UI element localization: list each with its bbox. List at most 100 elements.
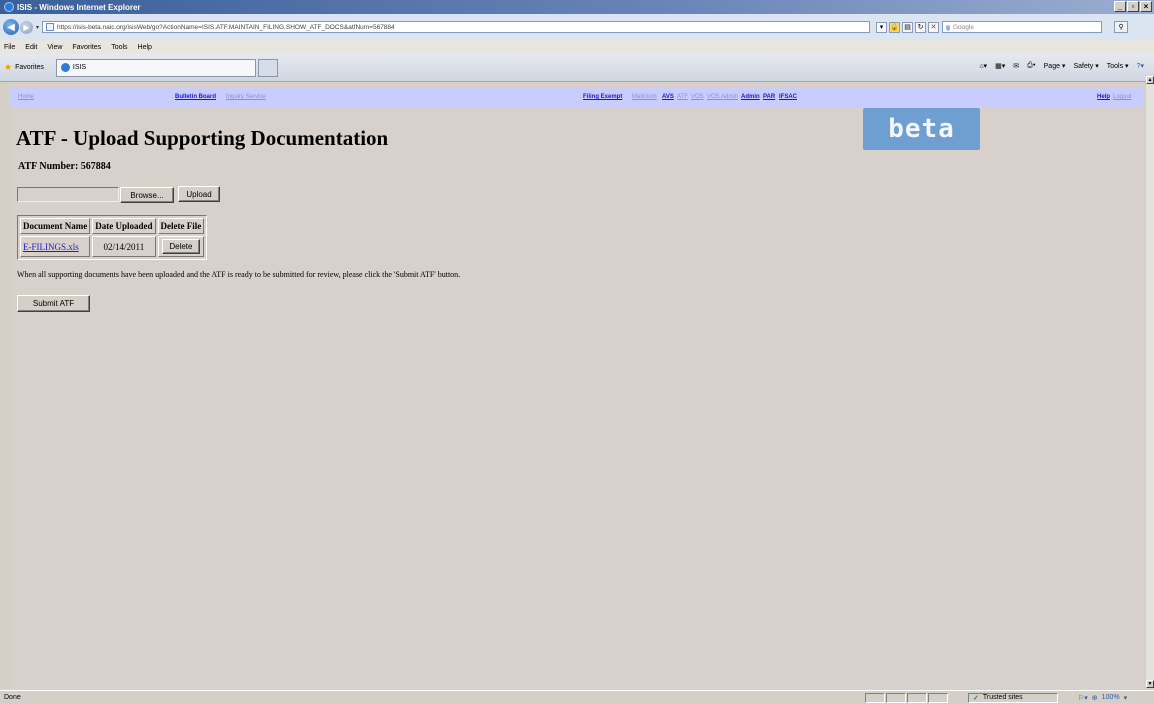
url-text: https://isis-beta.naic.org/isisWeb/go?Ac… [57,23,395,31]
maximize-button[interactable]: ▫ [1127,1,1139,12]
table-row: E-FILINGS.xls 02/14/2011 Delete [20,236,205,257]
close-button[interactable]: × [1140,1,1152,12]
menu-tools[interactable]: Tools [111,44,127,51]
menu-view[interactable]: View [47,44,62,51]
header-delete-file: Delete File [157,218,205,234]
forward-arrow-icon: ▶ [23,22,30,32]
favorites-star-icon: ★ [4,62,13,72]
atf-number-label: ATF Number: 567884 [18,161,111,172]
minimize-button[interactable]: _ [1114,1,1126,12]
menu-file[interactable]: File [4,44,15,51]
nav-vos-admin[interactable]: VOS Admin [707,94,738,100]
nav-par[interactable]: PAR [763,94,775,100]
nav-ifsac[interactable]: IFSAC [779,94,797,100]
safety-menu[interactable]: Safety ▾ [1073,62,1098,70]
ie-tab-icon [60,63,70,72]
nav-help[interactable]: Help [1097,94,1110,100]
back-button[interactable]: ◀ [3,19,19,35]
scroll-up-icon[interactable]: ▲ [1146,76,1154,84]
nav-vos[interactable]: VOS [691,94,704,100]
status-cell [907,692,927,703]
menu-bar: File Edit View Favorites Tools Help [0,40,1154,54]
document-link[interactable]: E-FILINGS.xls [23,242,79,252]
page-title: ATF - Upload Supporting Documentation [16,126,389,150]
command-bar: ⌂▾ ▦▾ ✉ ⎙▾ Page ▾ Safety ▾ Tools ▾ ?▾ [979,62,1144,70]
lock-icon[interactable]: 🔒 [889,21,901,33]
ie-logo-icon [4,2,14,12]
favorites-button[interactable]: ★ Favorites [4,62,44,73]
nav-logout[interactable]: Logout [1113,94,1131,100]
vertical-scrollbar[interactable]: ▲ ▼ [1146,76,1154,688]
url-dropdown-icon[interactable]: ▾ [876,21,888,33]
google-logo-icon: g [946,23,950,31]
menu-favorites[interactable]: Favorites [72,44,101,51]
zoom-level: 100% [1101,694,1120,701]
zone-label: Trusted sites [982,694,1023,701]
upload-button[interactable]: Upload [178,186,220,202]
tab-title: ISIS [72,64,87,71]
table-header-row: Document Name Date Uploaded Delete File [20,218,205,234]
url-input[interactable]: https://isis-beta.naic.org/isisWeb/go?Ac… [42,21,871,33]
page-menu[interactable]: Page ▾ [1044,62,1066,70]
instructions-text: When all supporting documents have been … [17,270,461,279]
delete-button[interactable]: Delete [161,239,200,254]
nav-inquiry-service[interactable]: Inquiry Service [226,94,266,100]
status-bar: Done ✓ Trusted sites ⚐▾ ⊕ 100% ▾ [0,690,1154,704]
submit-atf-button[interactable]: Submit ATF [17,295,90,312]
page-icon [46,23,55,31]
site-nav-bar: Home Bulletin Board Inquiry Service Fili… [10,87,1144,107]
menu-edit[interactable]: Edit [25,44,37,51]
delete-cell: Delete [157,236,205,257]
stop-icon[interactable]: ✕ [928,21,940,33]
protected-mode-icon: ⚐▾ [1078,694,1088,702]
nav-admin[interactable]: Admin [741,94,760,100]
search-button[interactable]: ⚲ [1114,21,1129,33]
back-arrow-icon: ◀ [7,21,15,33]
status-cell [928,692,948,703]
security-zone[interactable]: ✓ Trusted sites [968,692,1058,703]
menu-help[interactable]: Help [138,44,152,51]
zoom-icon: ⊕ [1091,694,1098,702]
file-path-input[interactable] [17,187,119,202]
favorites-label: Favorites [15,64,44,71]
scroll-down-icon[interactable]: ▼ [1146,680,1154,688]
search-icon: ⚲ [1118,24,1124,31]
tools-menu[interactable]: Tools ▾ [1107,62,1129,70]
nav-bulletin-board[interactable]: Bulletin Board [175,94,216,100]
window-titlebar: ISIS - Windows Internet Explorer _ ▫ × [0,0,1154,14]
beta-badge: beta [863,108,980,150]
document-name-cell: E-FILINGS.xls [20,236,91,257]
refresh-icon[interactable]: ↻ [915,21,927,33]
feeds-icon[interactable]: ▦▾ [995,62,1005,70]
mail-icon[interactable]: ✉ [1013,62,1019,70]
status-cell [865,692,885,703]
documents-table: Document Name Date Uploaded Delete File … [17,215,208,260]
zoom-dropdown-icon: ▾ [1123,694,1128,702]
nav-filing-exempt[interactable]: Filing Exempt [583,94,622,100]
search-placeholder: Google [953,23,974,31]
page-content: Home Bulletin Board Inquiry Service Fili… [10,84,1144,690]
history-dropdown-icon[interactable]: ▾ [36,24,39,31]
status-cell [886,692,906,703]
window-title: ISIS - Windows Internet Explorer [17,2,141,12]
address-bar: ◀ ▶ ▾ https://isis-beta.naic.org/isisWeb… [0,14,1154,40]
nav-avs[interactable]: AVS [662,94,674,100]
print-icon[interactable]: ⎙▾ [1027,62,1036,70]
nav-atf[interactable]: ATF [677,94,688,100]
new-tab-button[interactable] [257,58,278,77]
home-icon[interactable]: ⌂▾ [979,62,987,70]
header-date-uploaded: Date Uploaded [92,218,156,234]
tab-isis[interactable]: ISIS [55,58,256,77]
trusted-check-icon: ✓ [973,694,979,702]
nav-home[interactable]: Home [18,94,34,100]
forward-button[interactable]: ▶ [20,20,33,34]
zoom-control[interactable]: ⚐▾ ⊕ 100% ▾ [1078,694,1127,702]
date-uploaded-cell: 02/14/2011 [92,236,156,257]
search-input[interactable]: g Google [942,21,1103,33]
browse-button[interactable]: Browse... [120,187,174,203]
status-text: Done [4,694,21,701]
compatibility-view-icon[interactable]: ▤ [902,21,914,33]
help-icon[interactable]: ?▾ [1137,62,1144,70]
header-document-name: Document Name [20,218,91,234]
nav-mailroom[interactable]: Mailroom [632,94,657,100]
